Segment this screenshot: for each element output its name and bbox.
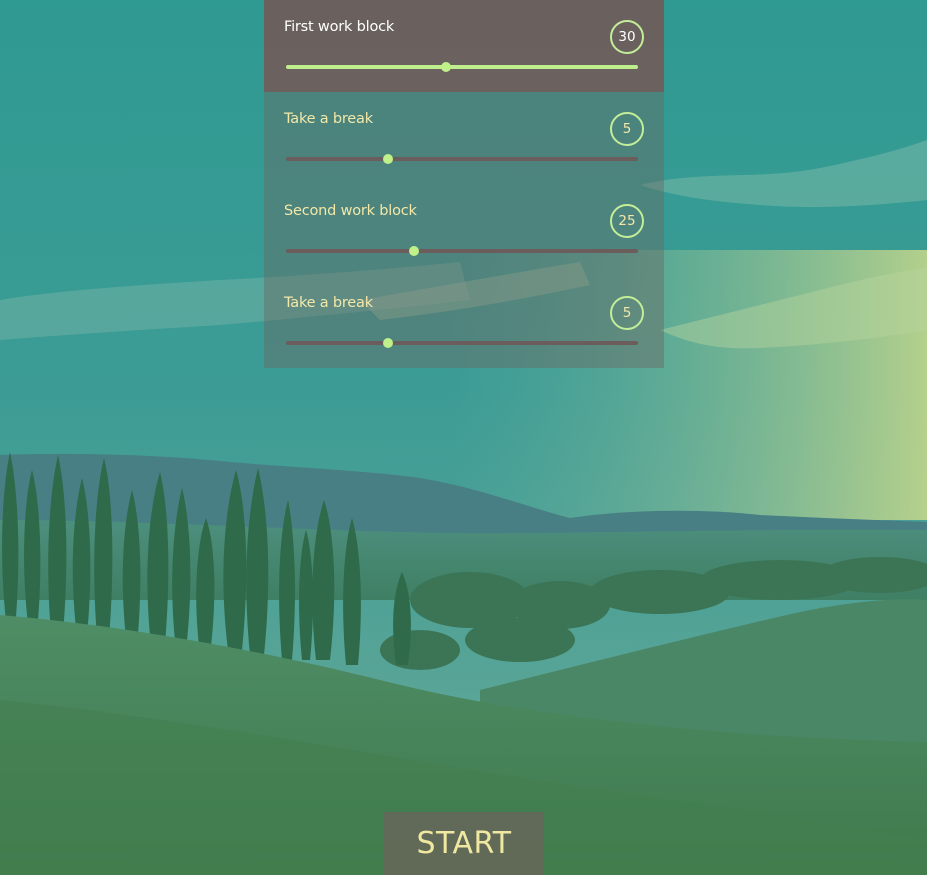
duration-badge: 30 [610, 20, 644, 54]
duration-slider-track[interactable] [286, 62, 638, 72]
duration-slider-thumb[interactable] [383, 338, 394, 348]
block-label: First work block [284, 19, 395, 35]
work-block-2: Second work block 25 [264, 184, 664, 276]
work-block-1: First work block 30 [264, 0, 664, 92]
block-label: Take a break [284, 295, 373, 311]
duration-slider-track[interactable] [286, 338, 638, 348]
timer-settings-panel: First work block 30 Take a break 5 Secon… [264, 0, 664, 368]
break-block-1: Take a break 5 [264, 92, 664, 184]
duration-slider-thumb[interactable] [383, 154, 394, 164]
start-button[interactable]: START [384, 812, 544, 875]
duration-slider-thumb[interactable] [441, 62, 452, 72]
duration-slider-track[interactable] [286, 154, 638, 164]
duration-badge: 5 [610, 112, 644, 146]
block-label: Second work block [284, 203, 417, 219]
duration-badge: 25 [610, 204, 644, 238]
duration-slider-track[interactable] [286, 246, 638, 256]
block-label: Take a break [284, 111, 373, 127]
duration-badge: 5 [610, 296, 644, 330]
duration-slider-thumb[interactable] [409, 246, 420, 256]
break-block-2: Take a break 5 [264, 276, 664, 368]
